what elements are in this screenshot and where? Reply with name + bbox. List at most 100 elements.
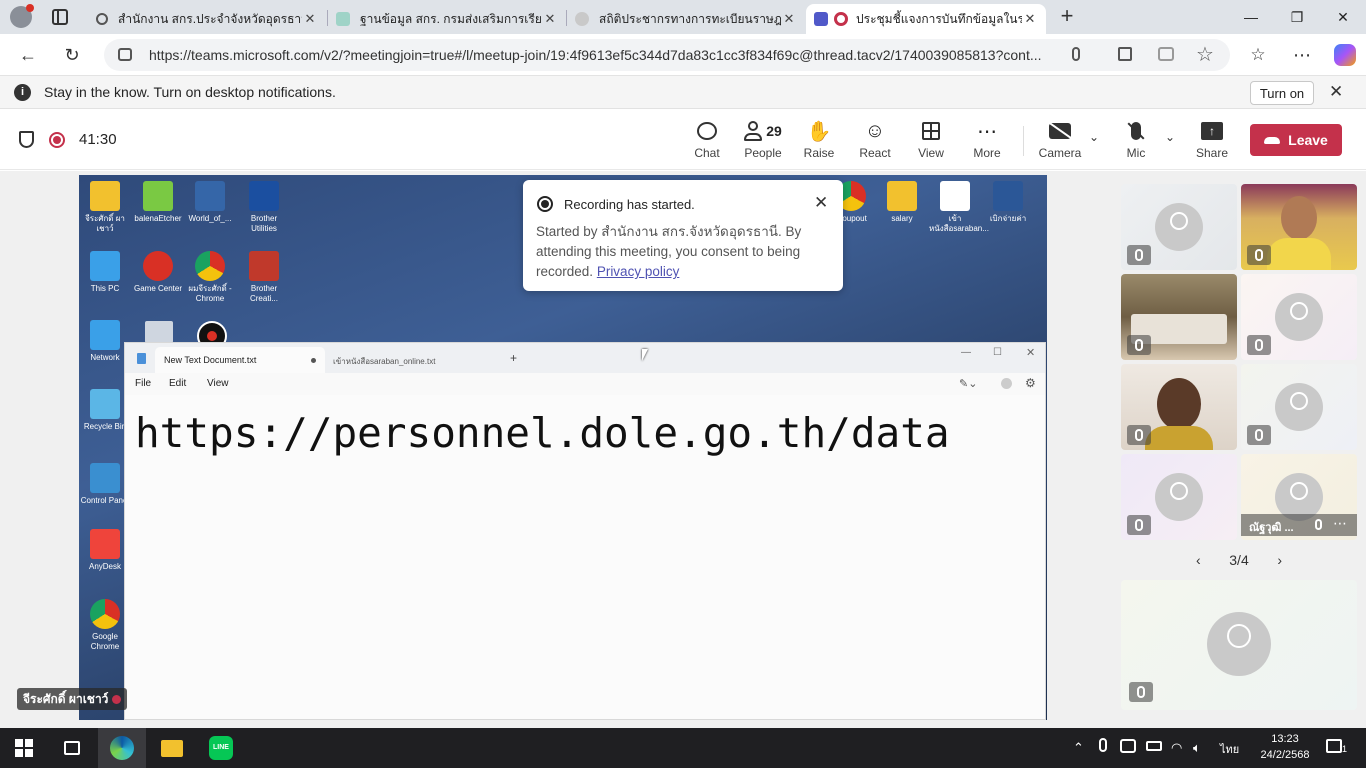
desktop-icon-label: เข้า หนังสือsaraban...: [929, 214, 989, 233]
tab-actions-icon[interactable]: [52, 9, 68, 25]
browser-tab-2[interactable]: ฐานข้อมูล สกร. กรมส่งเสริมการเรียนรู้ ✕: [328, 4, 566, 34]
site-info-icon[interactable]: [118, 48, 132, 61]
desktop-icon-label: This PC: [90, 284, 120, 293]
participant-tile[interactable]: [1121, 274, 1237, 360]
chevron-left-icon[interactable]: ‹: [1196, 552, 1201, 568]
close-icon[interactable]: ✕: [1022, 11, 1038, 27]
browser-tab-4-active[interactable]: ประชุมชี้แจงการบันทึกข้อมูลในระบ ✕: [806, 4, 1046, 34]
participant-tile[interactable]: [1241, 184, 1357, 270]
close-icon[interactable]: ✕: [781, 11, 797, 27]
shield-icon[interactable]: [19, 131, 34, 148]
chevron-down-icon[interactable]: ⌄: [1089, 130, 1099, 144]
more-button[interactable]: ⋯ More: [959, 118, 1015, 166]
account-icon[interactable]: [1001, 378, 1012, 389]
settings-gear-icon[interactable]: ⚙: [1025, 376, 1036, 390]
more-label: More: [973, 146, 1001, 160]
folder-icon: [887, 181, 917, 211]
leave-button[interactable]: Leave: [1250, 124, 1342, 156]
restore-button[interactable]: ❐: [1274, 0, 1320, 34]
favorites-icon[interactable]: ☆: [1243, 40, 1273, 70]
refresh-button[interactable]: ↻: [57, 40, 87, 70]
chevron-up-icon[interactable]: ⌃: [1073, 740, 1084, 756]
read-aloud-icon[interactable]: [1158, 47, 1174, 61]
desktop-icon-label: เบิกจ่ายค่า: [989, 214, 1027, 223]
copilot-icon[interactable]: [1330, 40, 1360, 70]
address-bar[interactable]: https://teams.microsoft.com/v2/?meetingj…: [104, 39, 1230, 71]
battery-icon[interactable]: [1146, 741, 1162, 751]
participant-tile[interactable]: [1241, 364, 1357, 450]
participant-tile[interactable]: [1121, 184, 1237, 270]
desktop-icon: This PC: [79, 251, 131, 294]
favorite-star-icon[interactable]: ☆: [1196, 42, 1214, 67]
close-icon[interactable]: ✕: [814, 193, 828, 213]
person-icon: [1290, 392, 1308, 410]
people-button[interactable]: 29 People: [734, 118, 792, 166]
minimize-button[interactable]: —: [1228, 0, 1274, 34]
profile-icon[interactable]: [10, 4, 34, 28]
chevron-down-icon[interactable]: ⌄: [1165, 130, 1175, 144]
new-tab-icon[interactable]: +: [1056, 5, 1078, 28]
back-button[interactable]: ←: [13, 40, 43, 70]
desktop-icon: เข้า หนังสือsaraban...: [929, 181, 989, 234]
windows-taskbar: LINE ⌃ ◠ 🔈︎ ไทย 13:23 24/2/2568 1: [0, 728, 1366, 768]
wifi-icon[interactable]: ◠: [1171, 740, 1182, 756]
task-view-button[interactable]: [48, 728, 96, 768]
participant-tile[interactable]: ณัฐวุฒิ ... ⋯: [1241, 454, 1357, 540]
raise-hand-button[interactable]: ✋ Raise: [791, 118, 847, 166]
start-button[interactable]: [0, 728, 48, 768]
notepad-window: New Text Document.txt เข้าหนังสือsaraban…: [124, 342, 1046, 720]
close-window-button[interactable]: ✕: [1320, 0, 1366, 34]
notepad-tab-inactive[interactable]: เข้าหนังสือsaraban_online.txt: [333, 355, 435, 368]
maximize-button[interactable]: ☐: [993, 347, 1002, 358]
chevron-right-icon[interactable]: ›: [1277, 552, 1282, 568]
privacy-policy-link[interactable]: Privacy policy: [597, 264, 680, 279]
self-view-tile[interactable]: [1121, 580, 1357, 710]
apps-icon[interactable]: [1118, 47, 1132, 61]
copilot-icon[interactable]: ✎⌄: [959, 377, 977, 390]
taskbar-file-explorer[interactable]: [148, 728, 196, 768]
notepad-tab-strip: New Text Document.txt เข้าหนังสือsaraban…: [125, 343, 1045, 373]
taskbar-edge[interactable]: [98, 728, 146, 768]
more-menu-icon[interactable]: ⋯: [1287, 40, 1317, 70]
security-icon[interactable]: [1120, 739, 1136, 753]
close-icon[interactable]: ✕: [542, 11, 558, 27]
grid-view-icon: [922, 118, 940, 144]
notepad-tab-active[interactable]: New Text Document.txt: [155, 347, 325, 373]
microphone-icon[interactable]: [1072, 47, 1080, 61]
more-options-icon[interactable]: ⋯: [1333, 515, 1347, 532]
language-indicator[interactable]: ไทย: [1220, 740, 1239, 758]
notepad-tab-label: New Text Document.txt: [164, 355, 257, 365]
participant-tile[interactable]: [1121, 364, 1237, 450]
close-icon[interactable]: ✕: [302, 11, 318, 27]
turn-on-button[interactable]: Turn on: [1250, 81, 1314, 105]
participant-tile[interactable]: [1241, 274, 1357, 360]
share-button[interactable]: ↑ Share: [1184, 118, 1240, 166]
clock[interactable]: 13:23 24/2/2568: [1252, 731, 1318, 763]
volume-icon[interactable]: 🔈︎: [1193, 740, 1201, 756]
view-button[interactable]: View: [903, 118, 959, 166]
raise-label: Raise: [803, 146, 835, 160]
mic-muted-icon: [1127, 425, 1151, 445]
desktop-icon-label: Control Panel: [80, 496, 130, 505]
chat-button[interactable]: Chat: [679, 118, 735, 166]
menu-file[interactable]: File: [135, 378, 151, 389]
participant-tile[interactable]: [1121, 454, 1237, 540]
notepad-content[interactable]: https://personnel.dole.go.th/data: [135, 409, 950, 457]
desktop-icon-label: Google Chrome: [90, 632, 120, 651]
minimize-button[interactable]: —: [961, 347, 971, 358]
browser-tab-3[interactable]: สถิติประชากรทางการทะเบียนราษฎร ✕: [567, 4, 805, 34]
line-icon: LINE: [209, 736, 233, 760]
react-button[interactable]: ☺ React: [847, 118, 903, 166]
close-icon[interactable]: ✕: [1329, 82, 1343, 102]
microphone-icon[interactable]: [1099, 738, 1107, 752]
menu-view[interactable]: View: [207, 378, 229, 389]
close-window-button[interactable]: ✕: [1026, 346, 1035, 359]
menu-edit[interactable]: Edit: [169, 378, 186, 389]
browser-tab-1[interactable]: สำนักงาน สกร.ประจำจังหวัดอุดรธานี - S ✕: [88, 4, 326, 34]
notification-center-icon[interactable]: [1326, 739, 1342, 753]
camera-button[interactable]: Camera: [1032, 118, 1088, 166]
taskbar-line[interactable]: LINE: [197, 728, 245, 768]
new-tab-icon[interactable]: +: [510, 351, 517, 365]
mic-button[interactable]: Mic: [1108, 118, 1164, 166]
meeting-toolbar: 41:30 Chat 29 People ✋ Raise ☺ React Vie…: [0, 110, 1366, 170]
